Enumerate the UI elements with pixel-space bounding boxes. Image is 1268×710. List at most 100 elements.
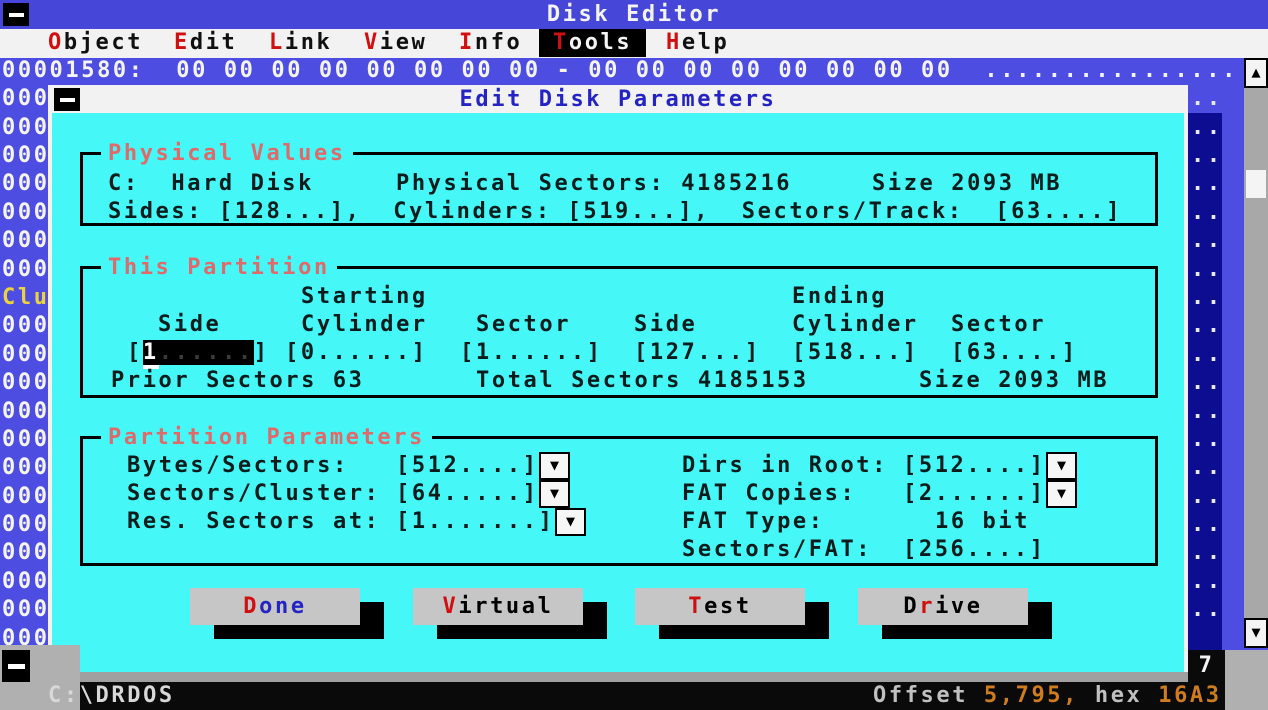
- hex-value: 16A3: [1158, 683, 1221, 708]
- bytes-per-sector-field[interactable]: [512....]: [396, 452, 539, 480]
- physical-size-value: Size 2093 MB: [872, 170, 1062, 198]
- hex-ascii-dots: ..: [1191, 256, 1223, 284]
- sectors-per-cluster-dropdown-button[interactable]: ▼: [539, 480, 570, 508]
- dirs-in-root-label: Dirs in Root:: [682, 452, 888, 480]
- chevron-down-icon: ▼: [566, 512, 575, 530]
- hex-ascii-dots: ..: [1191, 426, 1223, 454]
- partition-size-value: Size 2093 MB: [919, 367, 1109, 395]
- fat-type-label: FAT Type:: [682, 508, 825, 536]
- start-side-field[interactable]: [1......]: [127, 339, 270, 367]
- hex-left-cell: 000: [2, 539, 50, 567]
- chevron-down-icon: ▼: [1057, 484, 1066, 502]
- test-button[interactable]: Test: [635, 588, 805, 625]
- ending-header: Ending: [792, 283, 887, 311]
- hex-ascii-dots: ..: [1191, 114, 1223, 142]
- hex-ascii-dots: ..: [1191, 170, 1223, 198]
- dirs-in-root-field[interactable]: [512....]: [903, 452, 1046, 480]
- start-cylinder-field[interactable]: [0......]: [285, 339, 428, 367]
- window-titlebar: Disk Editor: [0, 0, 1268, 29]
- window-resize-button[interactable]: [2, 650, 30, 682]
- done-button[interactable]: Done: [190, 588, 360, 625]
- hex-left-cell: 000: [2, 483, 50, 511]
- vertical-scrollbar-track[interactable]: [1244, 58, 1268, 648]
- menu-info[interactable]: Info: [459, 29, 522, 57]
- offset-label: Offset: [873, 683, 984, 708]
- start-sector-field[interactable]: [1......]: [460, 339, 603, 367]
- hex-left-cell: 000: [2, 170, 50, 198]
- hex-row[interactable]: 00001580: 00 00 00 00 00 00 00 00 - 00 0…: [2, 57, 1238, 85]
- reserved-sectors-dropdown-button[interactable]: ▼: [555, 508, 586, 536]
- hex-left-cell: 000: [2, 341, 50, 369]
- hex-label: hex: [1079, 683, 1158, 708]
- hex-ascii-dots: ..: [1191, 341, 1223, 369]
- drive-label: C: Hard Disk: [108, 170, 314, 198]
- sectors-per-fat-label: Sectors/FAT:: [682, 536, 872, 564]
- hex-left-cell: 000: [2, 142, 50, 170]
- dirs-in-root-dropdown-button[interactable]: ▼: [1046, 452, 1077, 480]
- hex-left-cell: 000: [2, 256, 50, 284]
- end-sector-field[interactable]: [63....]: [951, 339, 1078, 367]
- current-path: C:\DRDOS: [48, 682, 175, 710]
- fat-copies-dropdown-button[interactable]: ▼: [1046, 480, 1077, 508]
- menu-edit[interactable]: Edit: [174, 29, 237, 57]
- chevron-down-icon: ▼: [550, 456, 559, 474]
- total-sectors-value: Total Sectors 4185153: [476, 367, 809, 395]
- hex-ascii-dots: ..: [1191, 227, 1223, 255]
- sectors-per-cluster-label: Sectors/Cluster:: [127, 480, 381, 508]
- virtual-button[interactable]: Virtual: [413, 588, 583, 625]
- sectors-per-cluster-field[interactable]: [64.....]: [396, 480, 539, 508]
- hex-left-cell: 000: [2, 426, 50, 454]
- hex-ascii-dots: ..: [1191, 483, 1223, 511]
- scroll-up-button[interactable]: ▲: [1244, 58, 1268, 88]
- start-cylinder-header: Cylinder: [301, 311, 428, 339]
- hex-ascii-dots: ..: [1191, 454, 1223, 482]
- geometry-fields[interactable]: Sides: [128...], Cylinders: [519...], Se…: [108, 198, 1122, 226]
- menu-view[interactable]: View: [364, 29, 427, 57]
- scrollbar-thumb[interactable]: [1246, 170, 1266, 198]
- hex-ascii-dots: ..: [1191, 142, 1223, 170]
- fat-type-value: 16 bit: [935, 508, 1030, 536]
- menu-link[interactable]: Link: [269, 29, 332, 57]
- end-side-field[interactable]: [127...]: [634, 339, 761, 367]
- hex-left-cell: 000: [2, 596, 50, 624]
- hex-left-cell: 000: [2, 511, 50, 539]
- hex-ascii-dots: ..: [1191, 284, 1223, 312]
- reserved-sectors-field[interactable]: [1.......]: [396, 508, 554, 536]
- fat-copies-field[interactable]: [2......]: [903, 480, 1046, 508]
- starting-header: Starting: [301, 283, 428, 311]
- hex-left-cell: 000: [2, 568, 50, 596]
- drive-button[interactable]: Drive: [858, 588, 1028, 625]
- end-side-header: Side: [634, 311, 697, 339]
- reserved-sectors-label: Res. Sectors at:: [127, 508, 381, 536]
- start-side-header: Side: [158, 311, 221, 339]
- disk-editor-app: Disk Editor Object Edit Link View Info T…: [0, 0, 1268, 710]
- hex-ascii-dots: ..: [1191, 398, 1223, 426]
- hex-ascii-dots: ..: [1191, 568, 1223, 596]
- hex-left-cell: 000: [2, 369, 50, 397]
- scroll-down-button[interactable]: ▼: [1244, 618, 1268, 648]
- hex-left-cell: 000: [2, 227, 50, 255]
- hex-left-cell: 000: [2, 114, 50, 142]
- hex-left-cell: 000: [2, 454, 50, 482]
- menu-object[interactable]: Object: [48, 29, 143, 57]
- bytes-per-sector-dropdown-button[interactable]: ▼: [539, 452, 570, 480]
- arrow-down-icon: ▼: [1251, 623, 1260, 641]
- sectors-per-fat-field[interactable]: [256....]: [903, 536, 1046, 564]
- start-sector-header: Sector: [476, 311, 571, 339]
- chevron-down-icon: ▼: [550, 484, 559, 502]
- hex-ascii-dots: ..: [1191, 596, 1223, 624]
- end-cylinder-field[interactable]: [518...]: [792, 339, 919, 367]
- bottom-right-corner: [1225, 650, 1268, 710]
- menu-help[interactable]: Help: [666, 29, 729, 57]
- hex-left-cell: 000: [2, 398, 50, 426]
- hex-left-cell: 000: [2, 199, 50, 227]
- hex-ascii-dots: ..: [1191, 85, 1223, 113]
- hex-left-cell: 000: [2, 85, 50, 113]
- hex-ascii-dots: ..: [1191, 312, 1223, 340]
- menu-tools[interactable]: Tools: [539, 29, 646, 57]
- physical-sectors-value: Physical Sectors: 4185216: [396, 170, 792, 198]
- hex-ascii-dots: ..: [1191, 369, 1223, 397]
- offset-value: 5,795,: [984, 683, 1079, 708]
- this-partition-title: This Partition: [101, 254, 337, 282]
- window-title: Disk Editor: [0, 1, 1268, 29]
